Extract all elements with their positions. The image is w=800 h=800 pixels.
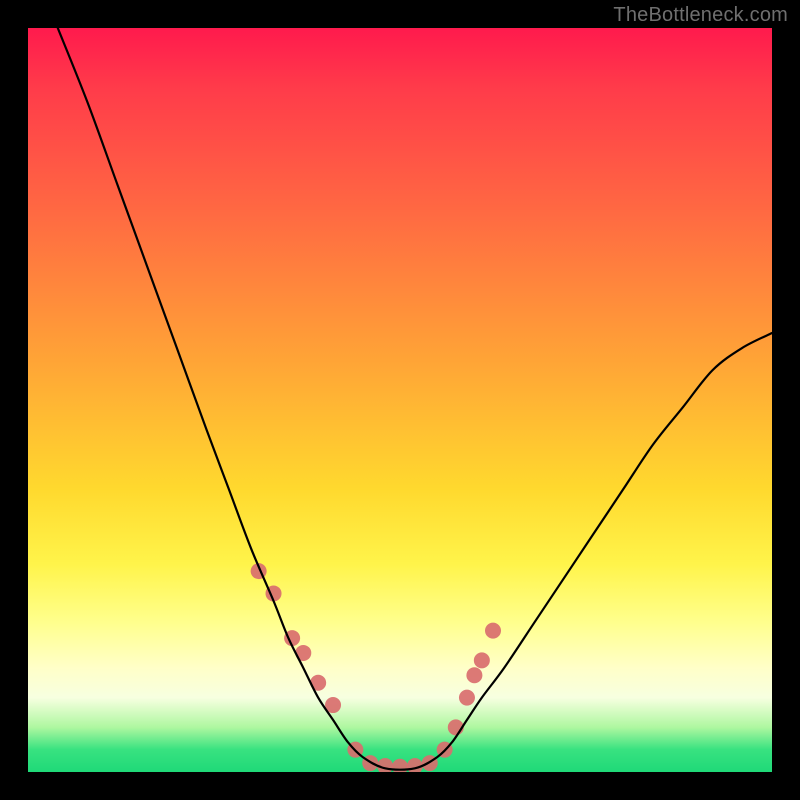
marker-point [474,652,490,668]
chart-frame: TheBottleneck.com [0,0,800,800]
marker-point [466,667,482,683]
marker-point [485,623,501,639]
watermark-text: TheBottleneck.com [613,4,788,27]
bottleneck-curve [58,28,772,770]
marker-point [459,690,475,706]
marker-layer [251,563,501,772]
chart-svg [28,28,772,772]
plot-area [28,28,772,772]
